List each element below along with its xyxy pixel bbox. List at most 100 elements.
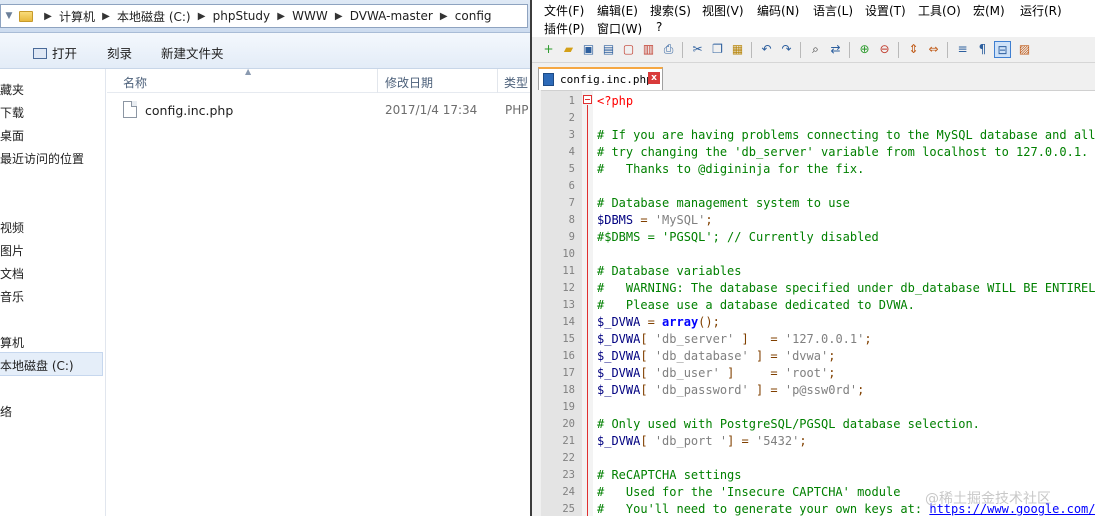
tab-close-icon[interactable]: x [648,72,660,84]
new-folder-button[interactable]: 新建文件夹 [161,43,224,62]
print-icon[interactable]: ⎙ [660,41,677,58]
file-name: config.inc.php [145,103,234,118]
command-bar: 打开 刻录 新建文件夹 [0,33,530,69]
paste-icon[interactable]: ▦ [729,41,746,58]
close-all-icon[interactable]: ▥ [640,41,657,58]
toolbar-divider [898,42,899,58]
code-line: <?php [597,94,634,108]
code-line: # Used for the 'Insecure CAPTCHA' module [597,485,901,499]
file-row[interactable]: config.inc.php 2017/1/4 17:34 PHP [119,99,539,121]
replace-icon[interactable]: ⇄ [827,41,844,58]
chevron-right-icon[interactable]: ▶ [191,11,213,22]
navigation-pane: 藏夹 下载 桌面 最近访问的位置 视频 图片 文档 音乐 算机 本地磁盘 (C:… [0,69,106,516]
new-file-icon[interactable]: + [540,41,557,58]
nav-item-videos[interactable]: 视频 [0,219,24,236]
menu-settings[interactable]: 设置(T) [865,2,906,19]
code-line: $_DVWA = array(); [597,315,720,329]
nav-item-favorites[interactable]: 藏夹 [0,81,24,98]
history-dropdown-icon[interactable]: ▼ [1,11,17,21]
breadcrumb-drive-c[interactable]: 本地磁盘 (C:) [117,8,191,25]
nav-item-downloads[interactable]: 下载 [0,104,24,121]
line-number: 7 [568,197,575,209]
fold-collapse-icon[interactable] [583,95,592,104]
menu-help[interactable]: ? [656,20,662,34]
undo-icon[interactable]: ↶ [758,41,775,58]
menu-encoding[interactable]: 编码(N) [757,2,799,19]
code-line: # Thanks to @digininja for the fix. [597,162,865,176]
line-number: 24 [562,486,575,498]
menu-plugins[interactable]: 插件(P) [544,20,585,37]
nav-item-network[interactable]: 络 [0,403,12,420]
column-name[interactable]: 名称 [123,74,147,91]
line-number: 5 [568,163,575,175]
nav-item-documents[interactable]: 文档 [0,265,24,282]
line-number: 20 [562,418,575,430]
nav-item-pictures[interactable]: 图片 [0,242,24,259]
zoom-out-icon[interactable]: ⊖ [876,41,893,58]
line-number: 4 [568,146,575,158]
code-line: # try changing the 'db_server' variable … [597,145,1089,159]
menu-tools[interactable]: 工具(O) [918,2,961,19]
breadcrumb-config[interactable]: config [455,9,492,23]
column-divider[interactable] [377,69,378,93]
column-modified-date[interactable]: 修改日期 [385,74,433,91]
nav-item-local-disk-c[interactable]: 本地磁盘 (C:) [0,357,74,374]
document-map-icon[interactable]: ▨ [1016,41,1033,58]
open-button[interactable]: 打开 [33,43,77,62]
copy-icon[interactable]: ❐ [709,41,726,58]
chevron-right-icon[interactable]: ▶ [95,11,117,22]
show-all-characters-icon[interactable]: ¶ [974,41,991,58]
tab-config-inc-php[interactable]: config.inc.php x [538,67,663,90]
menu-search[interactable]: 搜索(S) [650,2,691,19]
open-file-icon[interactable]: ▰ [560,41,577,58]
find-icon[interactable]: ⌕ [807,41,824,58]
code-line: #$DBMS = 'PGSQL'; // Currently disabled [597,230,879,244]
breadcrumb-dvwa[interactable]: DVWA-master [350,9,433,23]
line-number: 22 [562,452,575,464]
sync-horizontal-icon[interactable]: ⇔ [925,41,942,58]
code-line: # ReCAPTCHA settings [597,468,742,482]
code-line: $_DVWA[ 'db_database' ] = 'dvwa'; [597,349,836,363]
column-type[interactable]: 类型 [504,74,528,91]
column-divider[interactable] [497,69,498,93]
code-line: # Database management system to use [597,196,850,210]
nav-item-recent-places[interactable]: 最近访问的位置 [0,150,84,167]
close-icon[interactable]: ▢ [620,41,637,58]
file-list-pane: ▲ 名称 修改日期 类型 config.inc.php 2017/1/4 17:… [107,67,530,516]
menu-view[interactable]: 视图(V) [702,2,744,19]
cut-icon[interactable]: ✂ [689,41,706,58]
nav-item-computer[interactable]: 算机 [0,334,24,351]
menu-window[interactable]: 窗口(W) [597,20,642,37]
save-all-icon[interactable]: ▤ [600,41,617,58]
redo-icon[interactable]: ↷ [778,41,795,58]
word-wrap-icon[interactable]: ≡ [954,41,971,58]
address-box[interactable]: ▼ ▶ 计算机 ▶ 本地磁盘 (C:) ▶ phpStudy ▶ WWW ▶ D… [0,4,528,28]
line-number: 14 [562,316,575,328]
code-line: $_DVWA[ 'db_port '] = '5432'; [597,434,807,448]
code-editor[interactable]: 1 2 3 4 5 6 7 8 9 10 11 12 13 14 15 16 17 18 19 20 21 22 23 24 2… [541,90,1095,516]
breadcrumb-www[interactable]: WWW [292,9,328,23]
sync-vertical-icon[interactable]: ⇕ [905,41,922,58]
chevron-right-icon[interactable]: ▶ [270,11,292,22]
menu-edit[interactable]: 编辑(E) [597,2,638,19]
line-number: 13 [562,299,575,311]
burn-button[interactable]: 刻录 [107,43,132,62]
zoom-in-icon[interactable]: ⊕ [856,41,873,58]
menu-file[interactable]: 文件(F) [544,2,584,19]
chevron-right-icon[interactable]: ▶ [328,11,350,22]
line-number: 25 [562,503,575,515]
breadcrumb-computer[interactable]: 计算机 [59,8,95,25]
save-icon[interactable]: ▣ [580,41,597,58]
menu-language[interactable]: 语言(L) [813,2,853,19]
menu-macro[interactable]: 宏(M) [973,2,1005,19]
menu-run[interactable]: 运行(R) [1020,2,1062,19]
chevron-right-icon[interactable]: ▶ [37,11,59,22]
tab-bar: config.inc.php x [532,63,1095,90]
indent-guide-icon[interactable]: ⊟ [994,41,1011,58]
chevron-right-icon[interactable]: ▶ [433,11,455,22]
code-line: # If you are having problems connecting … [597,128,1095,142]
nav-item-music[interactable]: 音乐 [0,288,24,305]
menu-bar: 文件(F) 编辑(E) 搜索(S) 视图(V) 编码(N) 语言(L) 设置(T… [532,0,1095,37]
nav-item-desktop[interactable]: 桌面 [0,127,24,144]
breadcrumb-phpstudy[interactable]: phpStudy [213,9,271,23]
